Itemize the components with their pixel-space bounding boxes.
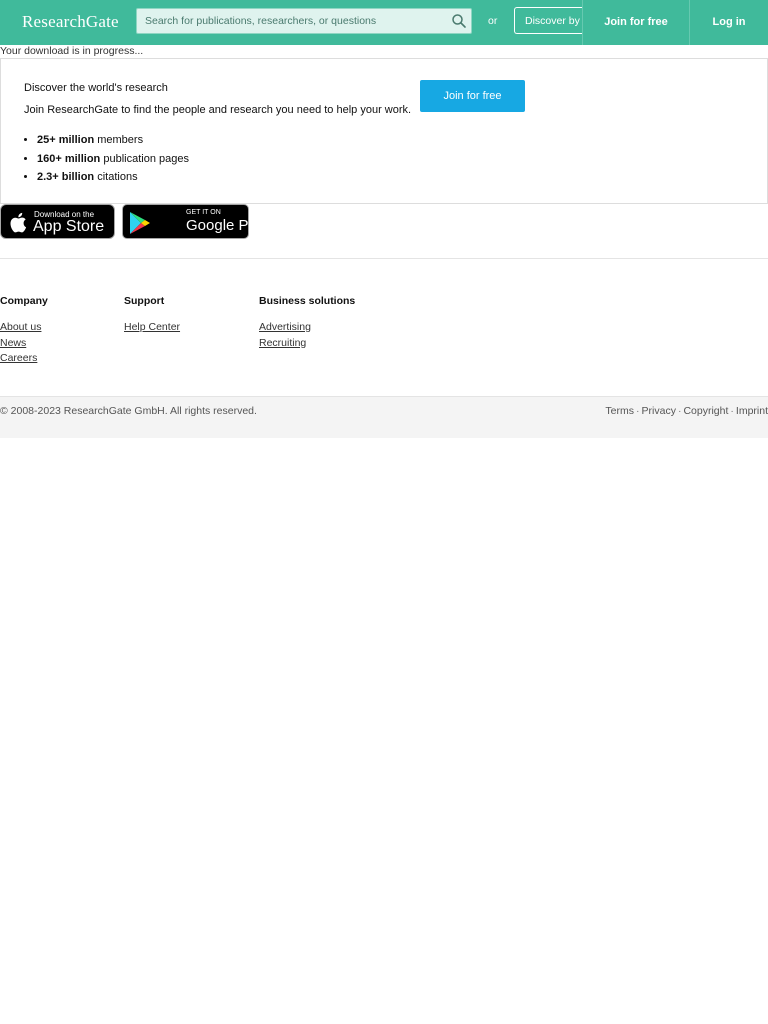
app-store-big-text: App Store	[33, 218, 105, 235]
terms-link[interactable]: Terms	[605, 405, 634, 417]
footer-column-title: Support	[124, 295, 165, 307]
stat-label: members	[97, 134, 144, 146]
download-status-text: Your download is in progress...	[0, 45, 144, 57]
search-input[interactable]	[137, 9, 447, 33]
search-icon[interactable]	[451, 13, 467, 29]
footer-divider	[0, 258, 768, 259]
google-play-small-text: GET IT ON	[186, 209, 221, 216]
app-store-badge[interactable]: Download on the App Store	[0, 204, 115, 239]
promo-subheading: Join ResearchGate to find the people and…	[24, 104, 412, 116]
researchgate-logo[interactable]: ResearchGate	[22, 12, 119, 32]
promo-card: Discover the world's research Join Resea…	[0, 58, 768, 204]
footer-column-title: Business solutions	[259, 295, 356, 307]
stat-item: 2.3+ billion citations	[37, 168, 189, 187]
promo-heading: Discover the world's research	[24, 82, 168, 94]
legal-links: Terms · Privacy · Copyright · Imprint	[605, 405, 768, 417]
footer-link-advertising[interactable]: Advertising	[259, 320, 355, 336]
footer-link-recruiting[interactable]: Recruiting	[259, 336, 355, 352]
or-label: or	[488, 15, 498, 27]
google-play-big-text: Google Play	[186, 217, 268, 234]
header-join-button[interactable]: Join for free	[582, 0, 690, 45]
imprint-link[interactable]: Imprint	[736, 405, 768, 417]
stat-item: 160+ million publication pages	[37, 150, 189, 169]
google-play-icon	[129, 211, 151, 235]
promo-join-button[interactable]: Join for free	[420, 80, 525, 112]
stat-value: 160+ million	[37, 152, 101, 165]
footer-link-careers[interactable]: Careers	[0, 351, 48, 367]
discover-by-button[interactable]: Discover by	[514, 7, 582, 34]
stat-label: publication pages	[103, 152, 189, 165]
search-box[interactable]	[136, 8, 472, 34]
stats-list: 25+ million members 160+ million publica…	[37, 131, 189, 187]
separator: ·	[636, 405, 640, 417]
footer-column-business-solutions: Business solutions Advertising Recruitin…	[259, 295, 355, 351]
stat-label: citations	[97, 171, 138, 183]
top-navigation-bar: ResearchGate or Discover by Join for fre…	[0, 0, 768, 45]
separator: ·	[730, 405, 734, 417]
footer-bottom-bar: © 2008-2023 ResearchGate GmbH. All right…	[0, 396, 768, 438]
footer-link-news[interactable]: News	[0, 336, 48, 352]
login-button[interactable]: Log in	[690, 0, 768, 45]
google-play-badge[interactable]: GET IT ON Google Play	[122, 204, 268, 239]
stat-value: 2.3+ billion	[37, 171, 95, 183]
apple-icon	[9, 212, 27, 233]
footer-column-support: Support Help Center	[124, 295, 180, 336]
footer-link-about-us[interactable]: About us	[0, 320, 48, 336]
stat-value: 25+ million	[37, 134, 95, 146]
footer-column-company: Company About us News Careers	[0, 295, 48, 367]
stat-item: 25+ million members	[37, 131, 189, 150]
copyright-link[interactable]: Copyright	[683, 405, 728, 417]
footer-column-title: Company	[0, 295, 48, 307]
copyright-text: © 2008-2023 ResearchGate GmbH. All right…	[0, 405, 257, 417]
footer-link-help-center[interactable]: Help Center	[124, 320, 180, 336]
privacy-link[interactable]: Privacy	[642, 405, 676, 417]
